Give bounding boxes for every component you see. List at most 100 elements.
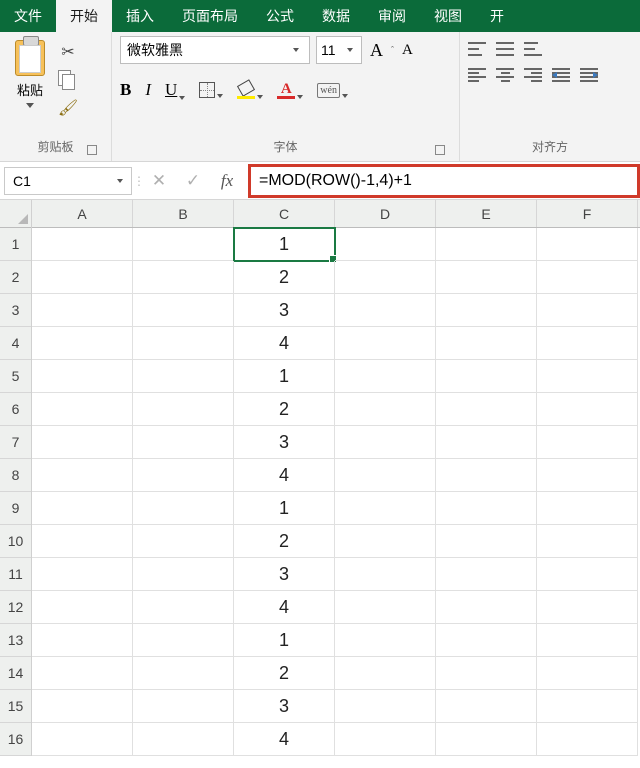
decrease-indent-button[interactable] <box>552 68 570 82</box>
cell-D8[interactable] <box>335 459 436 492</box>
insert-function-button[interactable]: fx <box>210 167 244 195</box>
paste-button[interactable]: 粘贴 <box>8 36 52 108</box>
cell-F1[interactable] <box>537 228 638 261</box>
cell-D6[interactable] <box>335 393 436 426</box>
cell-B16[interactable] <box>133 723 234 756</box>
cell-B7[interactable] <box>133 426 234 459</box>
column-header[interactable]: F <box>537 200 638 227</box>
row-header[interactable]: 8 <box>0 459 31 492</box>
cell-C9[interactable]: 1 <box>234 492 335 525</box>
cell-C3[interactable]: 3 <box>234 294 335 327</box>
row-header[interactable]: 16 <box>0 723 31 756</box>
cell-B14[interactable] <box>133 657 234 690</box>
cell-F13[interactable] <box>537 624 638 657</box>
cell-C5[interactable]: 1 <box>234 360 335 393</box>
cell-B2[interactable] <box>133 261 234 294</box>
cell-C10[interactable]: 2 <box>234 525 335 558</box>
cell-F8[interactable] <box>537 459 638 492</box>
underline-button[interactable]: U <box>165 80 185 100</box>
row-header[interactable]: 13 <box>0 624 31 657</box>
cell-D3[interactable] <box>335 294 436 327</box>
confirm-formula-button[interactable]: ✓ <box>176 167 210 195</box>
cell-B3[interactable] <box>133 294 234 327</box>
cell-E12[interactable] <box>436 591 537 624</box>
cell-B15[interactable] <box>133 690 234 723</box>
row-header[interactable]: 2 <box>0 261 31 294</box>
cell-E7[interactable] <box>436 426 537 459</box>
cell-D9[interactable] <box>335 492 436 525</box>
align-top-button[interactable] <box>468 42 486 56</box>
phonetic-button[interactable]: wén <box>317 83 348 98</box>
align-middle-button[interactable] <box>496 42 514 56</box>
cell-E13[interactable] <box>436 624 537 657</box>
cell-D7[interactable] <box>335 426 436 459</box>
row-header[interactable]: 11 <box>0 558 31 591</box>
cell-A11[interactable] <box>32 558 133 591</box>
cell-A15[interactable] <box>32 690 133 723</box>
cell-B1[interactable] <box>133 228 234 261</box>
cell-C2[interactable]: 2 <box>234 261 335 294</box>
cell-A3[interactable] <box>32 294 133 327</box>
font-size-select[interactable]: 11 <box>316 36 362 64</box>
cell-A10[interactable] <box>32 525 133 558</box>
cell-E1[interactable] <box>436 228 537 261</box>
cell-A1[interactable] <box>32 228 133 261</box>
cell-D16[interactable] <box>335 723 436 756</box>
font-name-select[interactable]: 微软雅黑 <box>120 36 310 64</box>
cell-B5[interactable] <box>133 360 234 393</box>
column-header[interactable]: A <box>32 200 133 227</box>
cell-A2[interactable] <box>32 261 133 294</box>
format-painter-button[interactable]: 🖌 <box>58 98 78 118</box>
cell-F12[interactable] <box>537 591 638 624</box>
tab-insert[interactable]: 插入 <box>112 0 168 32</box>
cell-D15[interactable] <box>335 690 436 723</box>
row-header[interactable]: 1 <box>0 228 31 261</box>
row-header[interactable]: 9 <box>0 492 31 525</box>
bold-button[interactable]: B <box>120 80 131 100</box>
cut-button[interactable]: ✂ <box>58 42 78 62</box>
tab-data[interactable]: 数据 <box>308 0 364 32</box>
cell-C14[interactable]: 2 <box>234 657 335 690</box>
cell-D11[interactable] <box>335 558 436 591</box>
cell-F14[interactable] <box>537 657 638 690</box>
tab-formulas[interactable]: 公式 <box>252 0 308 32</box>
cell-A9[interactable] <box>32 492 133 525</box>
cell-F9[interactable] <box>537 492 638 525</box>
cell-A13[interactable] <box>32 624 133 657</box>
column-header[interactable]: B <box>133 200 234 227</box>
copy-button[interactable] <box>58 70 78 90</box>
column-header[interactable]: E <box>436 200 537 227</box>
cell-A7[interactable] <box>32 426 133 459</box>
cell-A6[interactable] <box>32 393 133 426</box>
cell-E16[interactable] <box>436 723 537 756</box>
cell-D4[interactable] <box>335 327 436 360</box>
font-color-button[interactable]: A <box>277 81 303 99</box>
cell-B10[interactable] <box>133 525 234 558</box>
cell-A8[interactable] <box>32 459 133 492</box>
cell-F10[interactable] <box>537 525 638 558</box>
row-header[interactable]: 14 <box>0 657 31 690</box>
row-header[interactable]: 15 <box>0 690 31 723</box>
align-left-button[interactable] <box>468 68 486 82</box>
dialog-launcher-icon[interactable] <box>435 145 445 155</box>
cell-F15[interactable] <box>537 690 638 723</box>
tab-more[interactable]: 开 <box>476 0 518 32</box>
cell-F11[interactable] <box>537 558 638 591</box>
row-header[interactable]: 3 <box>0 294 31 327</box>
cell-E2[interactable] <box>436 261 537 294</box>
cell-E4[interactable] <box>436 327 537 360</box>
cell-D1[interactable] <box>335 228 436 261</box>
cell-E3[interactable] <box>436 294 537 327</box>
cell-D13[interactable] <box>335 624 436 657</box>
grow-font-button[interactable]: A <box>368 40 385 61</box>
shrink-font-button[interactable]: A <box>400 42 415 59</box>
cell-E6[interactable] <box>436 393 537 426</box>
cell-C15[interactable]: 3 <box>234 690 335 723</box>
cell-F2[interactable] <box>537 261 638 294</box>
align-center-button[interactable] <box>496 68 514 82</box>
cell-C11[interactable]: 3 <box>234 558 335 591</box>
cell-B9[interactable] <box>133 492 234 525</box>
cancel-formula-button[interactable]: ✕ <box>142 167 176 195</box>
fill-color-button[interactable] <box>237 81 263 99</box>
cell-D5[interactable] <box>335 360 436 393</box>
